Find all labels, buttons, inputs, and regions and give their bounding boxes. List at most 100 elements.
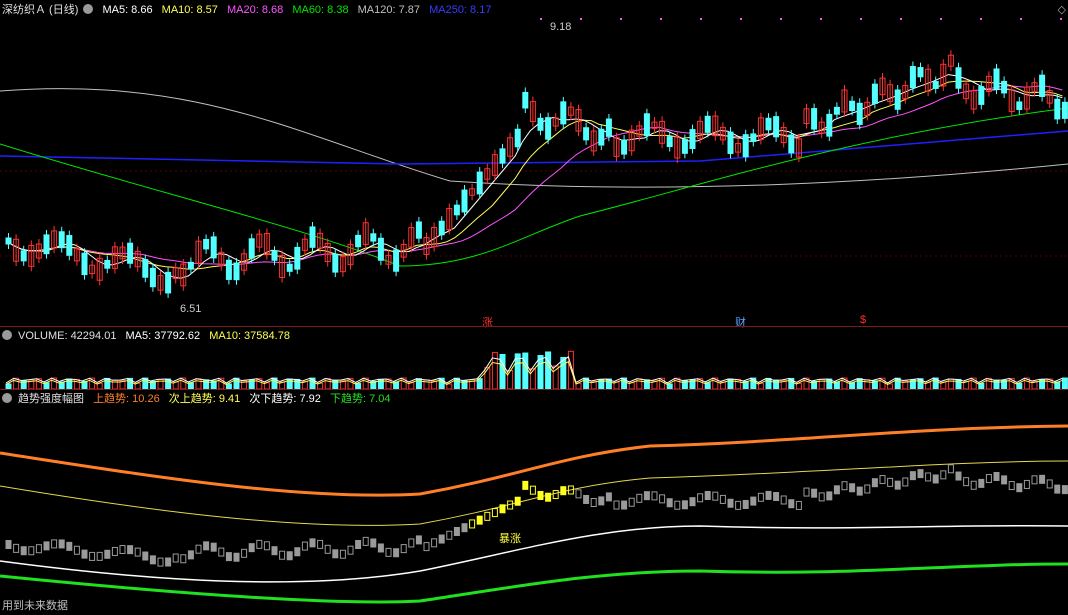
trend-strength-bar bbox=[833, 485, 840, 495]
candle-body bbox=[438, 220, 445, 236]
volume-bar bbox=[727, 378, 734, 389]
candle-body bbox=[104, 259, 111, 269]
trend-strength-bar bbox=[96, 551, 103, 561]
candle-body bbox=[1061, 101, 1068, 119]
ma120-line bbox=[0, 88, 1068, 188]
trend-strength-bar bbox=[233, 552, 240, 562]
volume-ma5: MA5: 37792.62 bbox=[125, 330, 201, 342]
trend-strength-bar bbox=[81, 549, 88, 559]
signal-dot bbox=[780, 18, 782, 20]
volume-bar bbox=[66, 378, 73, 389]
trend-strength-bar bbox=[13, 543, 20, 553]
trend-strength-bar bbox=[469, 519, 476, 529]
trend-strength-bar bbox=[370, 538, 377, 548]
trend-strength-bar bbox=[552, 490, 559, 500]
price-pane[interactable]: 深纺织Ａ (日线) MA5: 8.66 MA10: 8.57 MA20: 8.6… bbox=[0, 0, 1068, 329]
trend-strength-bar bbox=[514, 496, 521, 506]
trend-strength-bar bbox=[666, 498, 673, 508]
candle-body bbox=[499, 148, 506, 164]
candle-body bbox=[393, 249, 400, 272]
trend-down-label: 下趋势: 7.04 bbox=[329, 393, 391, 405]
candle-body bbox=[165, 271, 172, 294]
trend-strength-bar bbox=[438, 534, 445, 544]
trend-strength-bar bbox=[545, 492, 552, 502]
signal-dot bbox=[860, 18, 862, 20]
volume-pane[interactable]: VOLUME: 42294.01 MA5: 37792.62 MA10: 375… bbox=[0, 327, 1068, 389]
trend-strength-bar bbox=[955, 471, 962, 481]
trend-chart[interactable] bbox=[0, 406, 1068, 615]
candle-body bbox=[765, 117, 772, 131]
trend-strength-bar bbox=[279, 550, 286, 560]
candle-body bbox=[415, 221, 422, 239]
volume-ma10: MA10: 37584.78 bbox=[209, 330, 290, 342]
trend-strength-bar bbox=[932, 474, 939, 484]
volume-bar bbox=[324, 377, 331, 389]
trend-strength-bar bbox=[902, 477, 909, 487]
trend-strength-bar bbox=[111, 546, 118, 556]
trend-strength-bar bbox=[324, 544, 331, 554]
trend-strength-bar bbox=[742, 499, 749, 509]
trend-strength-bar bbox=[491, 508, 498, 518]
candle-body bbox=[750, 133, 757, 142]
trend-strength-bar bbox=[643, 491, 650, 501]
candle-body bbox=[605, 118, 612, 137]
trend-strength-bar bbox=[757, 492, 764, 502]
candle-body bbox=[66, 235, 73, 256]
volume-value: VOLUME: 42294.01 bbox=[18, 330, 117, 342]
trend-strength-bar bbox=[773, 492, 780, 502]
candle-body bbox=[248, 238, 255, 259]
trend-pane[interactable]: 趋势强度幅图 上趋势: 10.26 次上趋势: 9.41 次下趋势: 7.92 … bbox=[0, 390, 1068, 615]
volume-bar bbox=[104, 377, 111, 389]
candle-body bbox=[203, 238, 210, 250]
candle-body bbox=[522, 91, 529, 109]
volume-bar bbox=[985, 377, 992, 389]
trend-strength-bar bbox=[560, 486, 567, 496]
candle-body bbox=[871, 83, 878, 104]
trend-strength-bar bbox=[286, 551, 293, 561]
trend-strength-bar bbox=[218, 547, 225, 557]
volume-settings-icon[interactable] bbox=[2, 330, 12, 340]
trend-strength-bar bbox=[1031, 475, 1038, 485]
candle-body bbox=[621, 139, 628, 155]
signal-dot bbox=[980, 18, 982, 20]
volume-bar bbox=[947, 378, 954, 389]
signal-dot bbox=[900, 18, 902, 20]
signal-dot bbox=[580, 18, 582, 20]
volume-bar bbox=[522, 352, 529, 389]
candle-body bbox=[355, 234, 362, 248]
signal-dot bbox=[1060, 18, 1062, 20]
trend-strength-bar bbox=[499, 504, 506, 514]
volume-bar bbox=[294, 378, 301, 389]
candle-body bbox=[1039, 74, 1046, 97]
candle-body bbox=[666, 136, 673, 148]
ma250-label: MA250: 8.17 bbox=[429, 4, 492, 16]
candle-body bbox=[917, 67, 924, 78]
ma5-label: MA5: 8.66 bbox=[102, 4, 153, 16]
volume-chart[interactable] bbox=[0, 343, 1068, 389]
signal-dot bbox=[700, 18, 702, 20]
trend-strength-bar bbox=[871, 478, 878, 488]
event-marker-dividend[interactable]: $ bbox=[860, 314, 866, 326]
candlestick-chart[interactable] bbox=[0, 16, 1068, 326]
ma60-label: MA60: 8.38 bbox=[292, 4, 349, 16]
trend-strength-bar bbox=[157, 557, 164, 567]
trend-settings-icon[interactable] bbox=[2, 393, 12, 403]
candle-body bbox=[187, 261, 194, 270]
trend-strength-bar bbox=[864, 484, 871, 494]
high-price-label: 9.18 bbox=[550, 21, 572, 33]
trend-strength-bar bbox=[187, 550, 194, 560]
expand-icon[interactable]: ◇ bbox=[1058, 3, 1066, 16]
trend-strength-bar bbox=[89, 551, 96, 561]
trend-strength-bar bbox=[301, 541, 308, 551]
trend-strength-bar bbox=[894, 480, 901, 490]
candle-body bbox=[453, 204, 460, 216]
trend-strength-bar bbox=[993, 471, 1000, 481]
trend-strength-bar bbox=[522, 480, 529, 490]
trend-strength-bar bbox=[826, 491, 833, 501]
trend-strength-bar bbox=[271, 546, 278, 556]
trend-strength-bar bbox=[415, 535, 422, 545]
settings-dropdown-icon[interactable] bbox=[83, 4, 94, 14]
trend-strength-bar bbox=[408, 538, 415, 548]
trend-strength-bar bbox=[674, 500, 681, 510]
trend-strength-bar bbox=[263, 541, 270, 551]
